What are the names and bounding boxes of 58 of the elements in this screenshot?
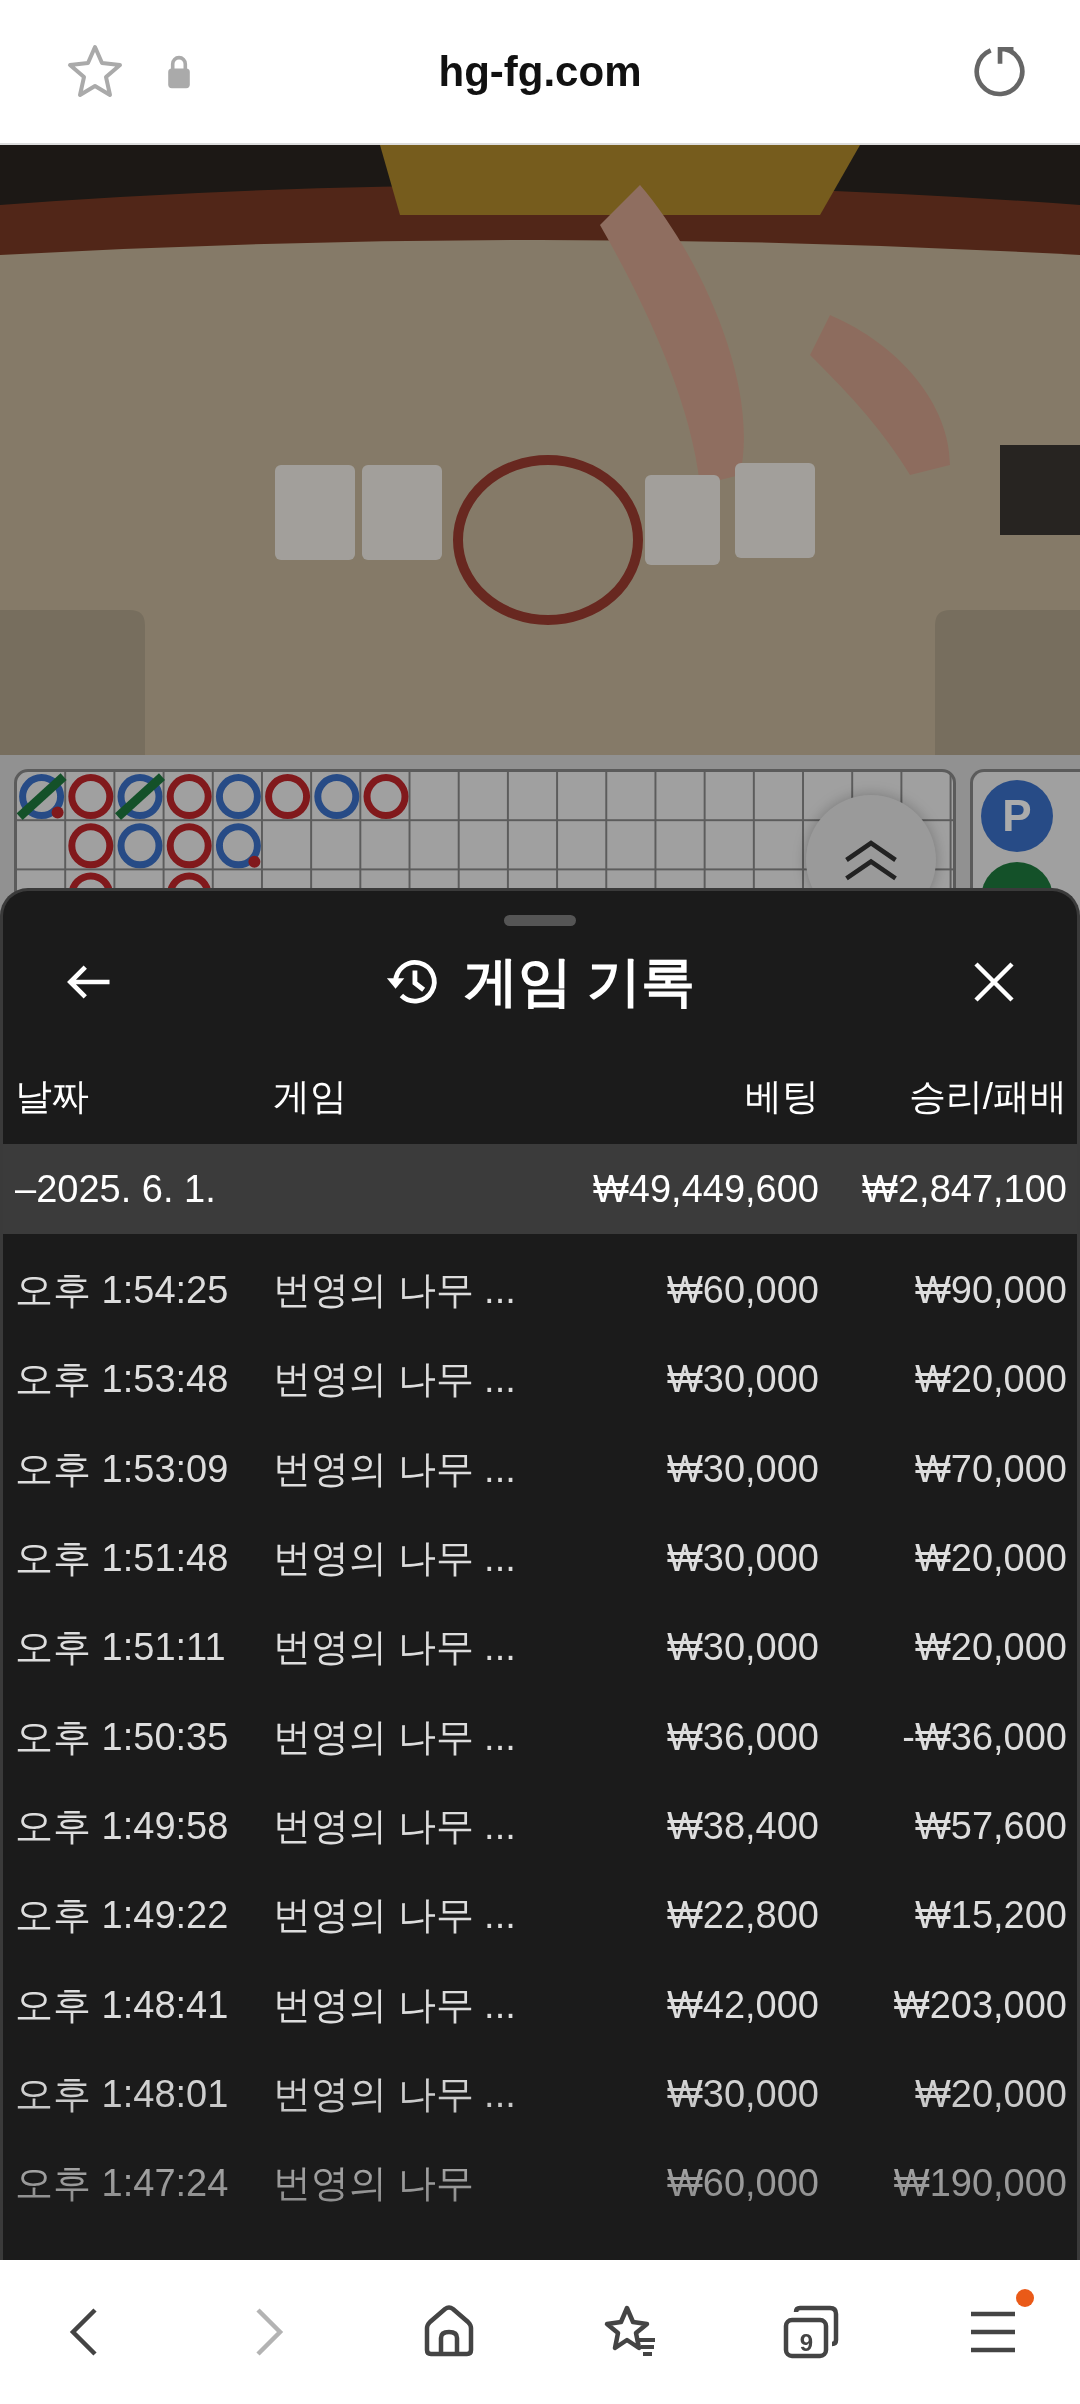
- table-cell-text: 번영의 나무: [273, 2161, 475, 2207]
- table-cell-text: 오후 1:50:35: [15, 1714, 230, 1760]
- table-cell-text: ₩15,200: [913, 1894, 1067, 1938]
- table-cell-text: ₩60,000: [665, 2162, 819, 2206]
- table-cell-text: ₩20,000: [913, 1358, 1067, 1402]
- table-cell-text: 번영의 나무 ...: [273, 1446, 517, 1492]
- date-text: –2025. 6. 1.: [15, 1167, 217, 1211]
- table-cell-text: 번영의 나무 ...: [273, 1982, 517, 2028]
- column-header: 날짜: [15, 1075, 90, 1119]
- table-cell-text: 오후 1:48:41: [15, 1982, 230, 2028]
- table-cell-text: ₩30,000: [665, 1626, 819, 1670]
- column-header: 게임: [273, 1075, 348, 1119]
- table-cell-text: 번영의 나무 ...: [273, 1268, 517, 1314]
- table-cell-text: ₩60,000: [665, 1269, 819, 1313]
- bet-side-button[interactable]: P: [981, 780, 1053, 852]
- table-cell-text: ₩30,000: [665, 1447, 819, 1491]
- table-cell-text: 번영의 나무 ...: [273, 1625, 517, 1671]
- sheet-title: 게임 기록: [464, 949, 696, 1013]
- table-cell-text: ₩38,400: [665, 1804, 819, 1848]
- table-cell-text: 오후 1:54:25: [15, 1268, 230, 1314]
- table-cell-text: ₩20,000: [913, 1537, 1067, 1581]
- table-cell-text: ₩30,000: [665, 1537, 819, 1581]
- column-header: 승리/패배: [907, 1075, 1067, 1119]
- table-cell-text: 오후 1:51:48: [15, 1536, 230, 1582]
- drag-handle[interactable]: [504, 915, 576, 926]
- table-cell-text: 번영의 나무 ...: [273, 1893, 517, 1939]
- bet-total: ₩49,449,600: [591, 1167, 819, 1211]
- table-cell-text: 번영의 나무 ...: [273, 1714, 517, 1760]
- table-cell-text: ₩30,000: [665, 1358, 819, 1402]
- table-cell-text: ₩90,000: [913, 1269, 1067, 1313]
- table-cell-text: ₩203,000: [892, 1983, 1067, 2027]
- table-cell-text: 오후 1:48:01: [15, 2071, 230, 2117]
- column-header: 베팅: [744, 1075, 819, 1119]
- table-cell-text: 번영의 나무 ...: [273, 1357, 517, 1403]
- result-total: ₩2,847,100: [861, 1167, 1067, 1211]
- table-cell-text: 오후 1:47:24: [15, 2161, 230, 2207]
- table-cell-text: 번영의 나무 ...: [273, 1536, 517, 1582]
- tab-count: 9: [799, 2329, 814, 2357]
- table-cell-text: 오후 1:53:09: [15, 1446, 230, 1492]
- url-text[interactable]: hg-fg.com: [438, 47, 642, 96]
- table-cell-text: ₩22,800: [665, 1894, 819, 1938]
- table-cell-text: 오후 1:53:48: [15, 1357, 230, 1403]
- table-cell-text: ₩20,000: [913, 2072, 1067, 2116]
- table-cell-text: ₩30,000: [665, 2072, 819, 2116]
- table-cell-text: ₩70,000: [913, 1447, 1067, 1491]
- table-cell-text: 번영의 나무 ...: [273, 1803, 517, 1849]
- table-cell-text: 오후 1:49:58: [15, 1803, 230, 1849]
- table-cell-text: ₩42,000: [665, 1983, 819, 2027]
- table-cell-text: 오후 1:51:11: [15, 1625, 227, 1671]
- table-cell-text: ₩36,000: [665, 1715, 819, 1759]
- table-cell-text: 번영의 나무 ...: [273, 2071, 517, 2117]
- lock-icon: [165, 53, 193, 90]
- table-cell-text: ₩57,600: [913, 1804, 1067, 1848]
- table-cell-text: ₩20,000: [913, 1626, 1067, 1670]
- table-cell-text: -₩36,000: [901, 1715, 1067, 1759]
- date-summary-row[interactable]: –2025. 6. 1. ₩49,449,600 ₩2,847,100: [3, 1144, 1077, 1234]
- table-cell-text: 오후 1:49:22: [15, 1893, 230, 1939]
- table-cell-text: ₩190,000: [892, 2162, 1067, 2206]
